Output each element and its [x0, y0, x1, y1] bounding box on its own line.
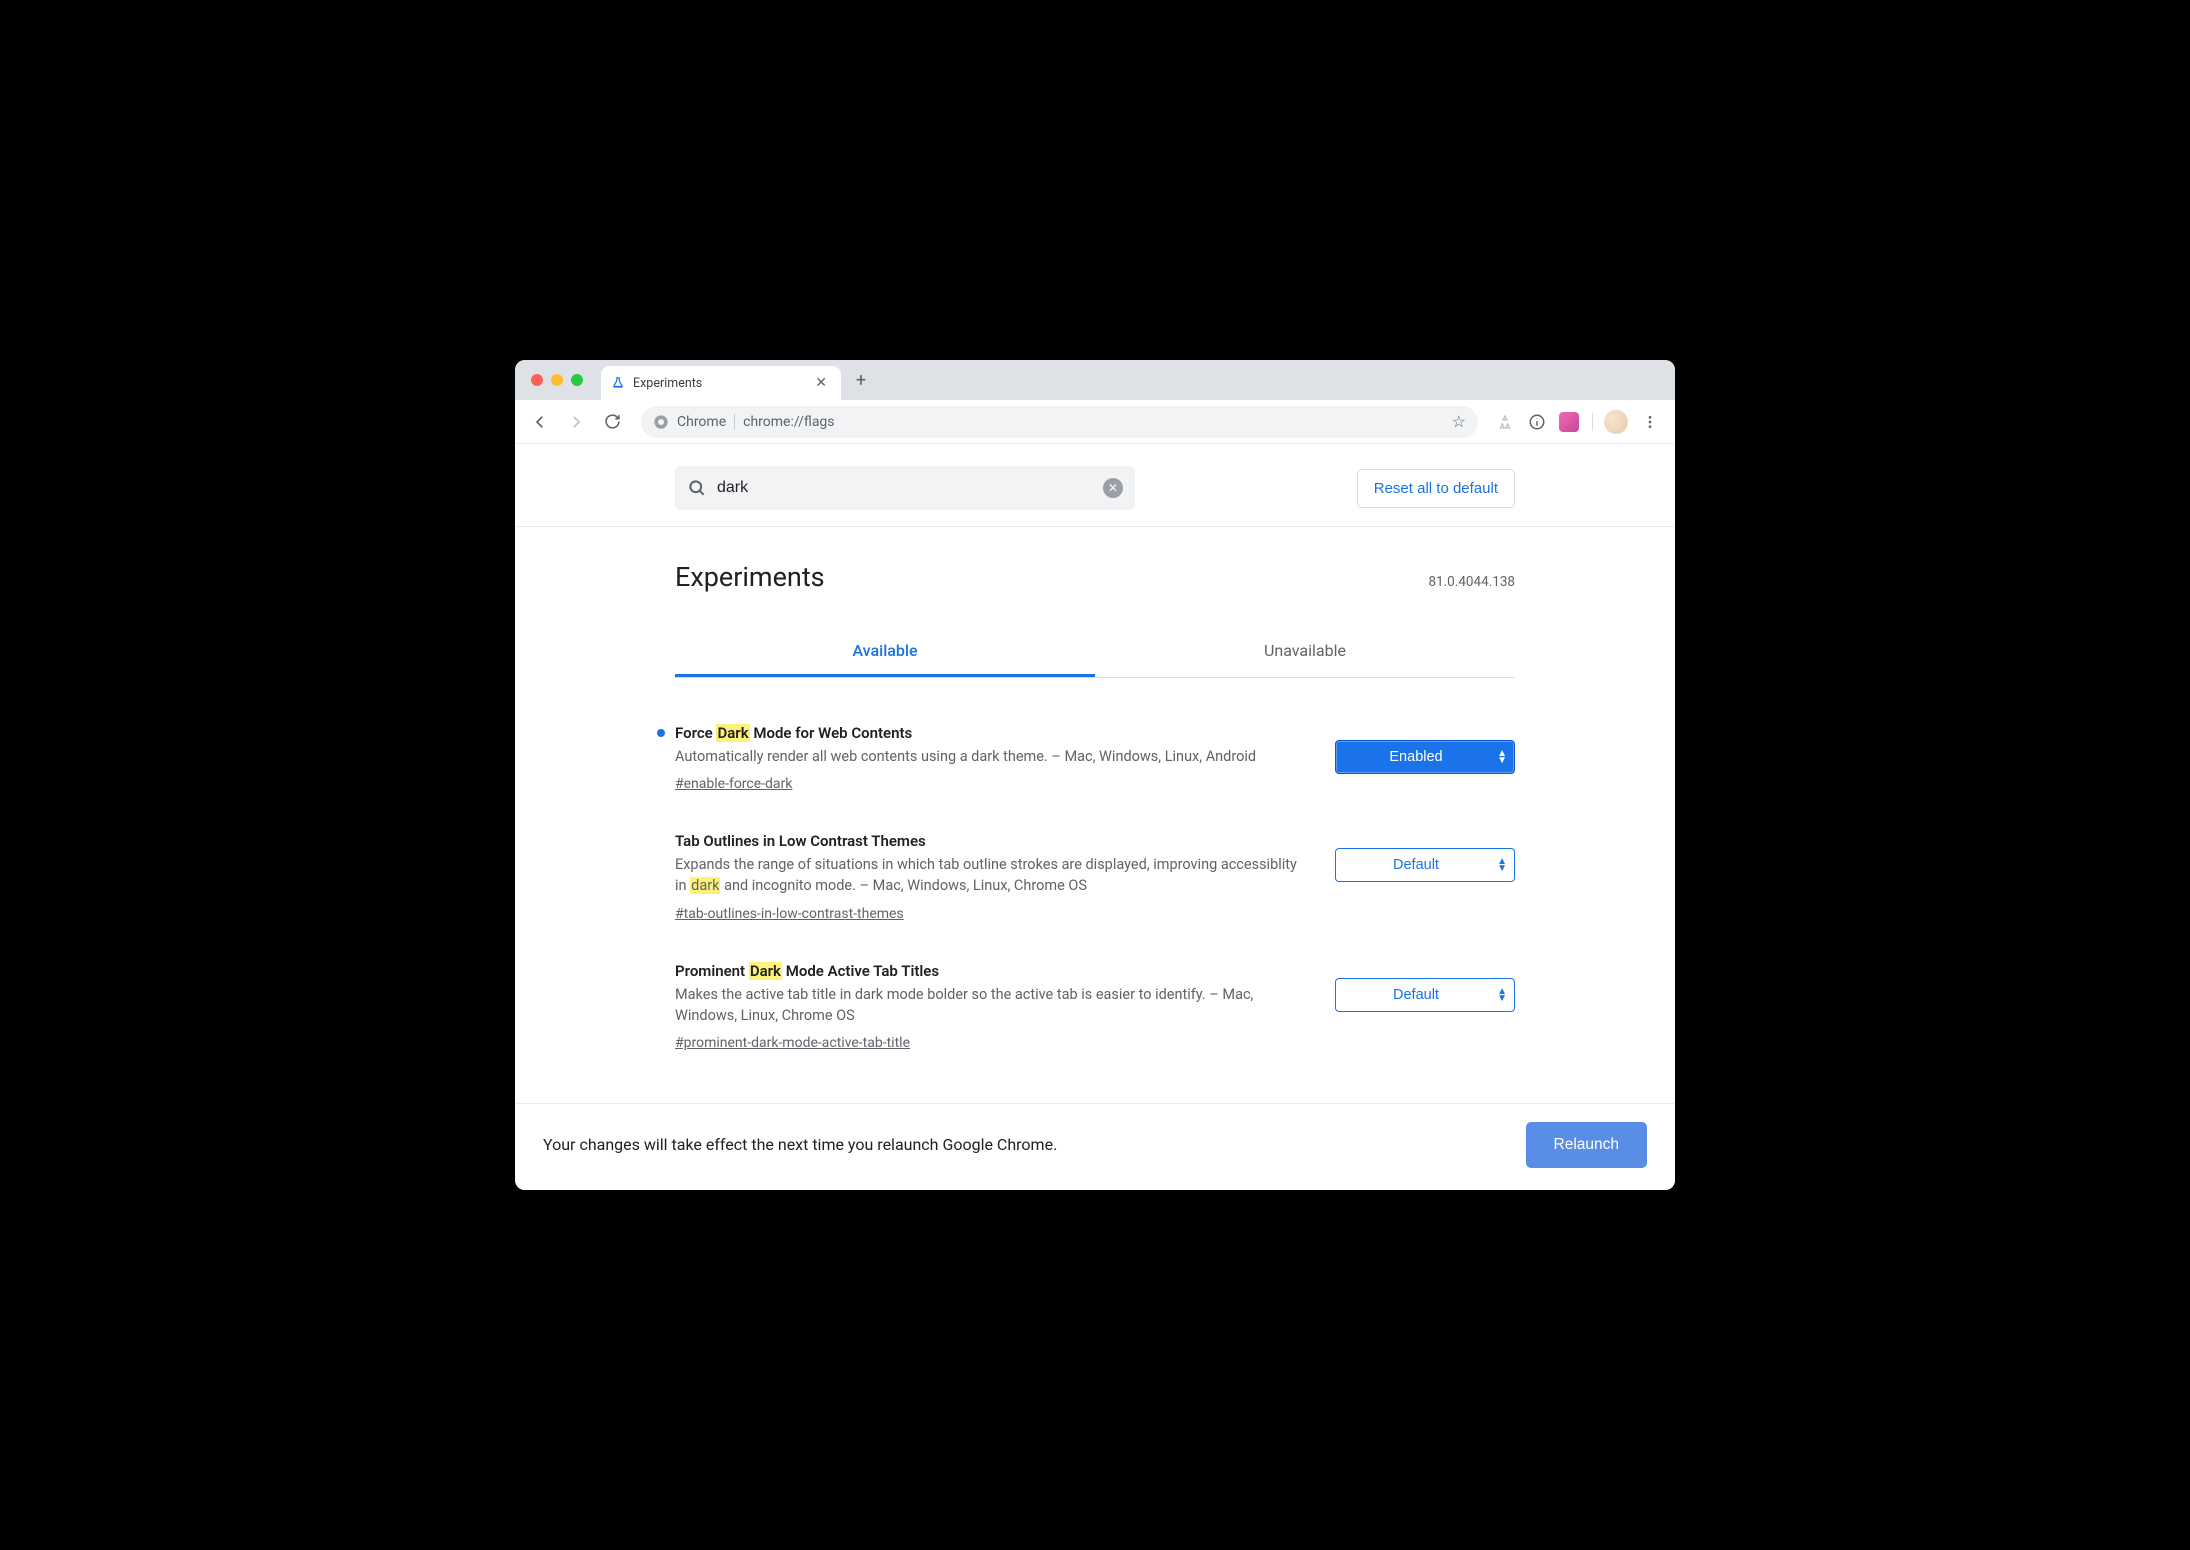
flag-state-select[interactable]: Default	[1335, 978, 1515, 1012]
reset-button[interactable]: Reset all to default	[1357, 469, 1515, 508]
flag-tabs: Available Unavailable	[675, 627, 1515, 678]
flag-select-wrap: Default▲▼	[1335, 962, 1515, 1012]
tab-available[interactable]: Available	[675, 627, 1095, 677]
flag-anchor-link[interactable]: #tab-outlines-in-low-contrast-themes	[675, 906, 904, 922]
search-row: ✕ Reset all to default	[675, 456, 1515, 520]
page-content: ✕ Reset all to default Experiments 81.0.…	[515, 444, 1675, 1189]
chrome-icon	[653, 414, 669, 430]
flag-description: Automatically render all web contents us…	[675, 746, 1305, 767]
close-window-button[interactable]	[531, 374, 543, 386]
flag-body: Tab Outlines in Low Contrast Themes Expan…	[675, 832, 1305, 921]
flag-select-wrap: Default▲▼	[1335, 832, 1515, 882]
omnibox-url: chrome://flags	[743, 414, 834, 430]
omnibox-site-label: Chrome	[677, 414, 735, 430]
extension-icon[interactable]	[1492, 409, 1518, 435]
flag-state-select[interactable]: Enabled	[1335, 740, 1515, 774]
reload-button[interactable]	[597, 407, 627, 437]
browser-window: Experiments ✕ + Chrome chrome://flags ☆	[515, 360, 1675, 1189]
profile-avatar[interactable]	[1603, 409, 1629, 435]
flag-row: Force Dark Mode for Web Contents Automati…	[675, 706, 1515, 814]
flag-title: Prominent Dark Mode Active Tab Titles	[675, 962, 1305, 980]
bookmark-star-icon[interactable]: ☆	[1452, 412, 1466, 431]
relaunch-button[interactable]: Relaunch	[1526, 1122, 1648, 1168]
flag-description: Expands the range of situations in which…	[675, 854, 1305, 896]
version-label: 81.0.4044.138	[1428, 574, 1515, 590]
menu-button[interactable]	[1635, 407, 1665, 437]
window-controls	[531, 374, 583, 386]
search-input[interactable]	[717, 479, 1093, 497]
browser-tab[interactable]: Experiments ✕	[601, 366, 841, 400]
search-icon	[687, 478, 707, 498]
flag-body: Force Dark Mode for Web Contents Automati…	[675, 724, 1305, 792]
relaunch-message: Your changes will take effect the next t…	[543, 1135, 1057, 1154]
flag-anchor-link[interactable]: #enable-force-dark	[675, 776, 792, 792]
info-icon[interactable]	[1524, 409, 1550, 435]
address-bar[interactable]: Chrome chrome://flags ☆	[641, 406, 1478, 438]
maximize-window-button[interactable]	[571, 374, 583, 386]
flag-description: Makes the active tab title in dark mode …	[675, 984, 1305, 1026]
separator	[1592, 413, 1593, 431]
flag-state-select[interactable]: Default	[1335, 848, 1515, 882]
forward-button[interactable]	[561, 407, 591, 437]
page-title: Experiments	[675, 561, 825, 593]
flag-body: Prominent Dark Mode Active Tab Titles Mak…	[675, 962, 1305, 1051]
back-button[interactable]	[525, 407, 555, 437]
flag-select-wrap: Enabled▲▼	[1335, 724, 1515, 774]
tab-title: Experiments	[633, 376, 702, 391]
flask-icon	[611, 376, 625, 390]
extension-icon-pink[interactable]	[1556, 409, 1582, 435]
close-tab-button[interactable]: ✕	[811, 373, 831, 393]
tab-strip: Experiments ✕ +	[515, 360, 1675, 400]
flag-row: Prominent Dark Mode Active Tab Titles Mak…	[675, 944, 1515, 1073]
search-box: ✕	[675, 466, 1135, 510]
tab-unavailable[interactable]: Unavailable	[1095, 627, 1515, 677]
minimize-window-button[interactable]	[551, 374, 563, 386]
toolbar: Chrome chrome://flags ☆	[515, 400, 1675, 444]
flag-row: Tab Outlines in Low Contrast Themes Expan…	[675, 814, 1515, 943]
flag-title: Tab Outlines in Low Contrast Themes	[675, 832, 1305, 850]
clear-search-button[interactable]: ✕	[1103, 478, 1123, 498]
relaunch-bar: Your changes will take effect the next t…	[515, 1103, 1675, 1190]
flag-anchor-link[interactable]: #prominent-dark-mode-active-tab-title	[675, 1035, 910, 1051]
flags-list: Force Dark Mode for Web Contents Automati…	[675, 678, 1515, 1102]
flag-title: Force Dark Mode for Web Contents	[675, 724, 1305, 742]
new-tab-button[interactable]: +	[847, 366, 875, 394]
modified-dot-icon	[657, 729, 665, 737]
